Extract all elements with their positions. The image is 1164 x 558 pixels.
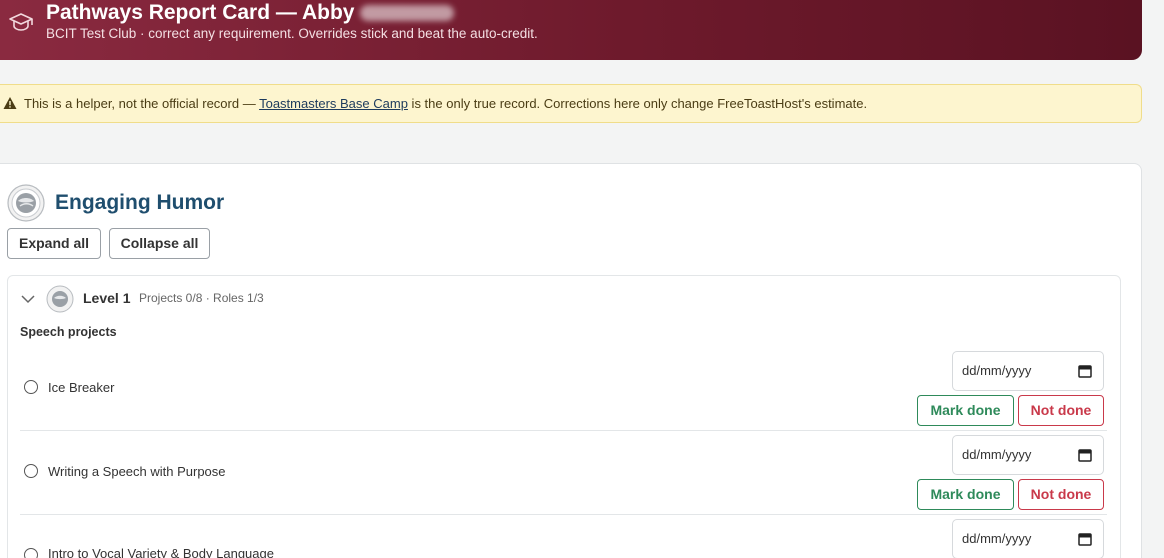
not-done-button[interactable]: Not done — [1018, 479, 1104, 510]
section-label-speech-projects: Speech projects — [20, 325, 117, 339]
project-radio[interactable] — [24, 548, 38, 558]
graduation-cap-icon — [9, 13, 33, 31]
base-camp-link[interactable]: Toastmasters Base Camp — [259, 96, 408, 111]
not-done-button[interactable]: Not done — [1018, 395, 1104, 426]
mark-done-button[interactable]: Mark done — [917, 395, 1014, 426]
mark-done-button[interactable]: Mark done — [917, 479, 1014, 510]
project-name: Ice Breaker — [48, 380, 115, 395]
page-title: Pathways Report Card — Abby — [46, 0, 455, 26]
calendar-icon[interactable] — [1078, 364, 1092, 378]
pathways-badge-icon — [7, 184, 45, 222]
disclaimer-banner: This is a helper, not the official recor… — [0, 84, 1142, 123]
completion-date-input[interactable]: dd/mm/yyyy — [952, 519, 1104, 558]
calendar-icon[interactable] — [1078, 532, 1092, 546]
completion-date-input[interactable]: dd/mm/yyyy — [952, 435, 1104, 475]
completion-date-input[interactable]: dd/mm/yyyy — [952, 351, 1104, 391]
redacted-surname — [360, 5, 455, 22]
path-title: Engaging Humor — [55, 191, 225, 214]
disclaimer-text: This is a helper, not the official recor… — [24, 96, 868, 111]
row-divider — [20, 430, 1107, 431]
project-radio[interactable] — [24, 380, 38, 394]
page-header: Pathways Report Card — Abby BCIT Test Cl… — [0, 0, 1142, 60]
warning-triangle-icon — [3, 97, 17, 109]
project-name: Writing a Speech with Purpose — [48, 464, 226, 479]
calendar-icon[interactable] — [1078, 448, 1092, 462]
chevron-down-icon[interactable] — [20, 292, 36, 306]
level-title[interactable]: Level 1 — [83, 290, 130, 306]
project-name: Intro to Vocal Variety & Body Language — [48, 546, 274, 558]
expand-all-button[interactable]: Expand all — [7, 228, 101, 259]
collapse-all-button[interactable]: Collapse all — [109, 228, 210, 259]
level-progress: Projects 0/8 · Roles 1/3 — [139, 291, 264, 305]
level-badge-icon — [46, 285, 74, 313]
project-radio[interactable] — [24, 464, 38, 478]
page-subtitle: BCIT Test Club · correct any requirement… — [46, 26, 538, 41]
row-divider — [20, 514, 1107, 515]
